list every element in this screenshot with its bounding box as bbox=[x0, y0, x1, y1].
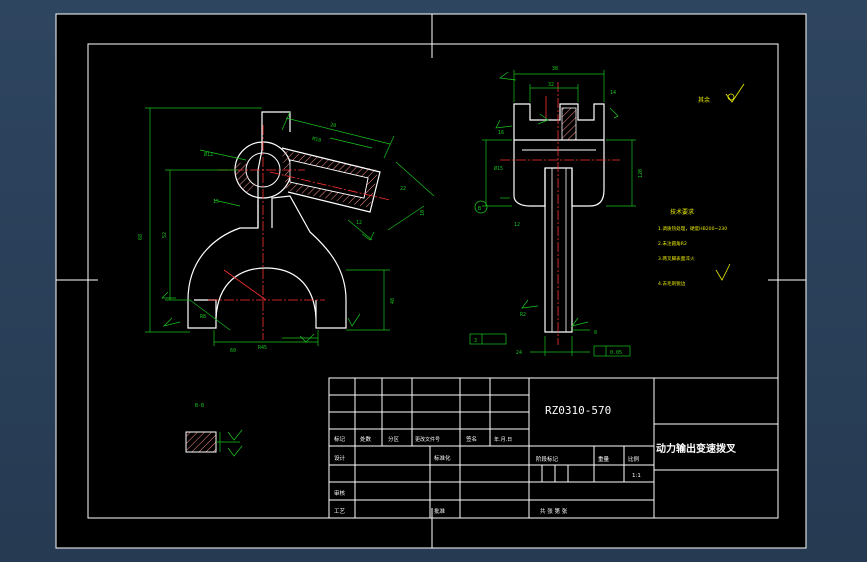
cad-viewport[interactable]: 68 52 R45 Ø12 15 R8 48 M10 20 22 10 60 1… bbox=[0, 0, 867, 562]
dim-side-8: 8 bbox=[594, 330, 597, 336]
dim-front-15: 15 bbox=[213, 199, 219, 205]
dim-side-tol: 0.05 bbox=[610, 350, 622, 356]
tb-mark: 标记 bbox=[334, 435, 346, 443]
tech-req-line-4: 4.去毛刺锐边 bbox=[658, 280, 686, 287]
tb-sheet: 共 张 第 张 bbox=[540, 507, 568, 515]
datum-callout: B bbox=[478, 206, 481, 212]
roughness-note: 其余 bbox=[698, 96, 710, 104]
dim-front-48: 48 bbox=[390, 298, 396, 304]
drawing-sheet bbox=[55, 13, 807, 549]
tb-sign: 签名 bbox=[466, 435, 477, 443]
dim-side-24: 24 bbox=[516, 350, 522, 356]
tb-review: 审核 bbox=[334, 489, 346, 497]
dim-front-dia12: Ø12 bbox=[204, 151, 213, 158]
tb-standardization: 标准化 bbox=[434, 454, 451, 462]
tb-weight: 重量 bbox=[598, 455, 610, 463]
cad-drawing: 68 52 R45 Ø12 15 R8 48 M10 20 22 10 60 1… bbox=[55, 13, 807, 549]
tech-req-line-1: 1.调质热处理，硬度HB200~230 bbox=[658, 225, 727, 232]
tb-zone: 分区 bbox=[388, 435, 400, 443]
dim-side-dia15: Ø15 bbox=[494, 165, 503, 172]
dim-front-52: 52 bbox=[162, 232, 168, 238]
dim-front-68: 68 bbox=[138, 234, 144, 240]
tb-count: 处数 bbox=[360, 435, 372, 443]
dim-front-r8: R8 bbox=[200, 314, 206, 320]
tb-date: 年.月.日 bbox=[494, 436, 512, 443]
dim-side-14: 14 bbox=[610, 90, 616, 96]
dim-side-12: 12 bbox=[514, 222, 520, 228]
tb-change-doc: 更改文件号 bbox=[415, 436, 440, 443]
part-number: RZ0310-570 bbox=[545, 404, 611, 417]
section-label: B-B bbox=[195, 403, 204, 409]
dim-front-12: 12 bbox=[356, 220, 362, 226]
tech-req-line-2: 2.未注圆角R2 bbox=[658, 240, 687, 247]
tb-scale-label: 比例 bbox=[628, 455, 640, 463]
tb-approval: 批准 bbox=[434, 507, 446, 515]
dim-front-22: 22 bbox=[400, 186, 406, 192]
dim-side-r2: R2 bbox=[520, 312, 526, 318]
tech-req-line-3: 3.两叉脚表面淬火 bbox=[658, 255, 695, 262]
tech-req-title: 技术要求 bbox=[670, 208, 694, 216]
dim-side-120: 120 bbox=[638, 169, 644, 178]
tb-design: 设计 bbox=[334, 454, 346, 462]
dim-front-r45: R45 bbox=[258, 345, 267, 351]
dim-side-38: 38 bbox=[552, 66, 558, 72]
dim-front-60: 60 bbox=[230, 348, 236, 354]
dim-front-10: 10 bbox=[420, 210, 426, 216]
tb-scale-value: 1:1 bbox=[632, 473, 641, 479]
dim-side-3: 3 bbox=[474, 338, 477, 344]
tb-stage: 阶段标记 bbox=[536, 455, 559, 463]
dim-side-32: 32 bbox=[548, 82, 554, 88]
part-name: 动力输出变速拨叉 bbox=[656, 442, 737, 455]
dim-side-16: 16 bbox=[498, 130, 504, 136]
tb-process: 工艺 bbox=[334, 508, 346, 515]
